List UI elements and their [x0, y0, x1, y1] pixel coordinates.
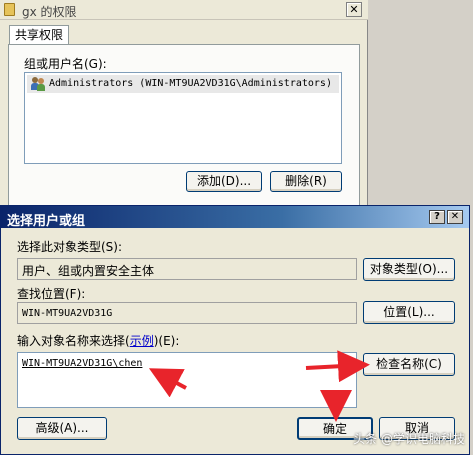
check-names-button[interactable]: 检查名称(C): [363, 353, 455, 376]
remove-button[interactable]: 删除(R): [270, 171, 342, 192]
object-types-button[interactable]: 对象类型(O)...: [363, 258, 455, 281]
close-icon[interactable]: ✕: [346, 2, 362, 17]
tab-share-permissions[interactable]: 共享权限: [9, 25, 69, 45]
list-item-label: Administrators (WIN-MT9UA2VD31G\Administ…: [49, 78, 332, 89]
names-label: 输入对象名称来选择(示例)(E):: [17, 332, 179, 349]
users-listbox[interactable]: Administrators (WIN-MT9UA2VD31G\Administ…: [24, 72, 342, 164]
object-names-value: WIN-MT9UA2VD31G\chen: [22, 358, 143, 369]
select-users-dialog: 选择用户或组 ? ✕ 选择此对象类型(S): 用户、组或内置安全主体 对象类型(…: [0, 205, 470, 455]
group-label: 组或用户名(G):: [24, 57, 107, 71]
object-type-label: 选择此对象类型(S):: [17, 240, 123, 254]
help-icon[interactable]: ?: [429, 210, 445, 224]
list-item[interactable]: Administrators (WIN-MT9UA2VD31G\Administ…: [27, 75, 339, 93]
dialog-title-bar: 选择用户或组 ? ✕: [1, 206, 469, 229]
permissions-window: gx 的权限 ✕ 共享权限 组或用户名(G): Administrators (…: [0, 0, 368, 209]
watermark: 头条 @学识电脑科技: [353, 432, 465, 446]
names-label-suffix: )(E):: [153, 334, 180, 348]
permissions-title-bar: gx 的权限 ✕: [0, 0, 368, 20]
advanced-button[interactable]: 高级(A)...: [17, 417, 107, 440]
locations-button[interactable]: 位置(L)...: [363, 301, 455, 324]
object-names-input[interactable]: WIN-MT9UA2VD31G\chen: [17, 352, 357, 408]
object-type-field: 用户、组或内置安全主体: [17, 258, 357, 280]
examples-link[interactable]: 示例: [130, 334, 154, 348]
permissions-title: gx 的权限: [22, 5, 77, 19]
location-label: 查找位置(F):: [17, 287, 86, 301]
dialog-title: 选择用户或组: [7, 214, 86, 229]
users-icon: [31, 77, 47, 91]
names-label-prefix: 输入对象名称来选择(: [17, 334, 130, 348]
folder-icon: [4, 3, 15, 16]
add-button[interactable]: 添加(D)...: [186, 171, 262, 192]
close-icon[interactable]: ✕: [447, 210, 463, 224]
location-field: WIN-MT9UA2VD31G: [17, 302, 357, 324]
